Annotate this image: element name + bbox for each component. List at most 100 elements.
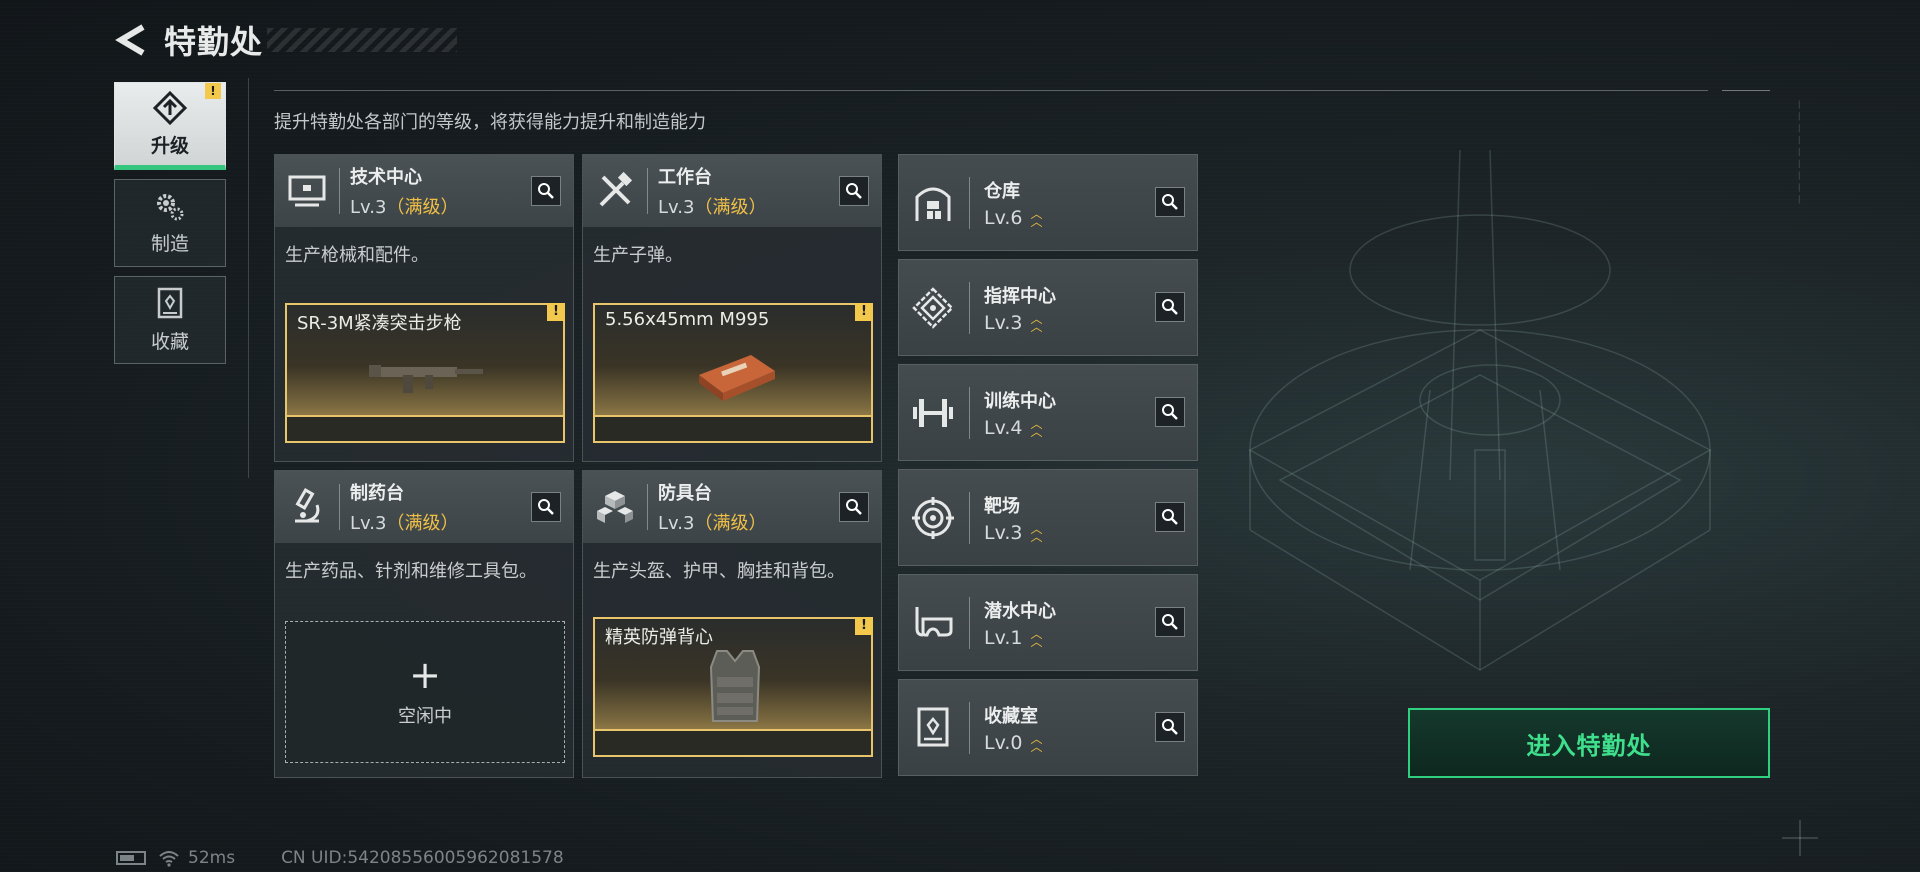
- production-slot[interactable]: SR-3M紧凑突击步枪 !: [285, 303, 565, 443]
- user-uid: CN UID:54208556005962081578: [281, 848, 564, 868]
- tab-craft-label: 制造: [150, 232, 189, 255]
- header-separator: [647, 168, 648, 214]
- collection-icon: [157, 287, 183, 318]
- search-button[interactable]: [839, 492, 869, 522]
- search-icon: [846, 183, 862, 199]
- upgrade-chevron-icon: ︿ ︿: [1030, 521, 1043, 544]
- search-button[interactable]: [1155, 607, 1185, 637]
- idle-slot[interactable]: + 空闲中: [285, 621, 565, 763]
- rifle-icon: [369, 365, 483, 393]
- level-value: Lv.4: [984, 416, 1023, 439]
- tools-icon: [593, 169, 637, 213]
- card-title: 防具台: [658, 483, 712, 504]
- row-separator: [969, 281, 970, 334]
- production-slot[interactable]: 精英防弹背心 !: [593, 617, 873, 757]
- search-icon: [1162, 299, 1178, 315]
- search-button[interactable]: [531, 492, 561, 522]
- row-separator: [969, 176, 970, 229]
- facility-collection-room[interactable]: 收藏室 Lv.0 ︿ ︿: [898, 679, 1198, 776]
- card-armor-bench[interactable]: 防具台 Lv.3（满级） 生产头盔、护甲、胸挂和背包。 精英防弹背心 !: [582, 470, 882, 778]
- facility-warehouse[interactable]: 仓库 Lv.6 ︿ ︿: [898, 154, 1198, 251]
- max-level-tag: （满级）: [386, 197, 459, 218]
- search-button[interactable]: [1155, 292, 1185, 322]
- facility-name: 靶场: [984, 495, 1020, 517]
- page-subtitle: 提升特勤处各部门的等级，将获得能力提升和制造能力: [274, 112, 706, 133]
- card-tech-center[interactable]: 技术中心 Lv.3（满级） 生产枪械和配件。 SR-3M紧凑突击步枪 !: [274, 154, 574, 462]
- level-value: Lv.3: [658, 197, 695, 218]
- command-center-icon: [909, 284, 957, 332]
- card-pharmacy[interactable]: 制药台 Lv.3（满级） 生产药品、针剂和维修工具包。 + 空闲中: [274, 470, 574, 778]
- collection-room-icon: [909, 704, 957, 752]
- tab-upgrade[interactable]: 升级 !: [114, 82, 226, 170]
- enter-button-label: 进入特勤处: [1526, 731, 1652, 760]
- production-progress-bar: [595, 415, 871, 441]
- back-button[interactable]: [112, 20, 152, 60]
- search-icon: [1162, 404, 1178, 420]
- search-button[interactable]: [1155, 397, 1185, 427]
- diving-mask-icon: [909, 599, 957, 647]
- facility-diving-center[interactable]: 潜水中心 Lv.1 ︿ ︿: [898, 574, 1198, 671]
- card-level: Lv.3（满级）: [350, 193, 458, 219]
- max-level-tag: （满级）: [694, 513, 767, 534]
- microscope-icon: [285, 485, 329, 529]
- search-button[interactable]: [531, 176, 561, 206]
- computer-icon: [285, 169, 329, 213]
- row-separator: [969, 701, 970, 754]
- left-tab-bar: 升级 ! 制造 收藏: [114, 82, 226, 373]
- alert-badge: !: [855, 303, 873, 321]
- level-value: Lv.3: [984, 311, 1023, 334]
- search-icon: [1162, 194, 1178, 210]
- warehouse-icon: [909, 179, 957, 227]
- upgrade-chevron-icon: ︿ ︿: [1030, 206, 1043, 229]
- search-button[interactable]: [839, 176, 869, 206]
- card-description: 生产药品、针剂和维修工具包。: [285, 561, 537, 582]
- card-description: 生产头盔、护甲、胸挂和背包。: [593, 561, 845, 582]
- card-workbench[interactable]: 工作台 Lv.3（满级） 生产子弹。 5.56x45mm M995 !: [582, 154, 882, 462]
- title-decoration: [267, 28, 458, 52]
- battery-icon: [116, 851, 146, 865]
- facility-level: Lv.0 ︿ ︿: [984, 732, 1043, 754]
- upgrade-chevron-icon: ︿ ︿: [1030, 626, 1043, 649]
- facility-name: 潜水中心: [984, 600, 1056, 622]
- vest-icon: [709, 650, 761, 722]
- top-rule: [274, 90, 1708, 91]
- card-level: Lv.3（满级）: [658, 193, 766, 219]
- search-button[interactable]: [1155, 712, 1185, 742]
- header-separator: [647, 484, 648, 530]
- facility-shooting-range[interactable]: 靶场 Lv.3 ︿ ︿: [898, 469, 1198, 566]
- search-button[interactable]: [1155, 502, 1185, 532]
- search-icon: [538, 183, 554, 199]
- upgrade-icon: [152, 90, 188, 125]
- card-header: 制药台 Lv.3（满级）: [275, 471, 573, 543]
- row-separator: [969, 491, 970, 544]
- search-button[interactable]: [1155, 187, 1185, 217]
- card-description: 生产枪械和配件。: [285, 245, 429, 266]
- facility-training-center[interactable]: 训练中心 Lv.4 ︿ ︿: [898, 364, 1198, 461]
- tab-craft[interactable]: 制造: [114, 179, 226, 267]
- tab-collection[interactable]: 收藏: [114, 276, 226, 364]
- production-slot[interactable]: 5.56x45mm M995 !: [593, 303, 873, 443]
- header-separator: [339, 168, 340, 214]
- production-progress-bar: [287, 415, 563, 441]
- facility-level: Lv.6 ︿ ︿: [984, 207, 1043, 229]
- tab-collection-label: 收藏: [150, 330, 189, 353]
- card-header: 技术中心 Lv.3（满级）: [275, 155, 573, 227]
- facility-name: 指挥中心: [984, 285, 1056, 307]
- tab-upgrade-label: 升级: [150, 134, 189, 157]
- alert-badge: !: [855, 617, 873, 635]
- ammo-box-icon: [699, 355, 775, 401]
- ping-readout: 52ms: [188, 848, 236, 868]
- level-value: Lv.3: [350, 197, 387, 218]
- enter-special-ops-button[interactable]: 进入特勤处: [1408, 708, 1770, 778]
- level-value: Lv.1: [984, 626, 1023, 649]
- facility-level: Lv.1 ︿ ︿: [984, 627, 1056, 649]
- level-value: Lv.6: [984, 206, 1023, 229]
- level-value: Lv.3: [658, 513, 695, 534]
- search-icon: [1162, 509, 1178, 525]
- search-icon: [846, 499, 862, 515]
- facility-command-center[interactable]: 指挥中心 Lv.3 ︿ ︿: [898, 259, 1198, 356]
- corner-crosshair: [1782, 820, 1818, 856]
- gears-icon: [157, 193, 184, 220]
- facility-level: Lv.4 ︿ ︿: [984, 417, 1056, 439]
- dumbbell-icon: [909, 389, 957, 437]
